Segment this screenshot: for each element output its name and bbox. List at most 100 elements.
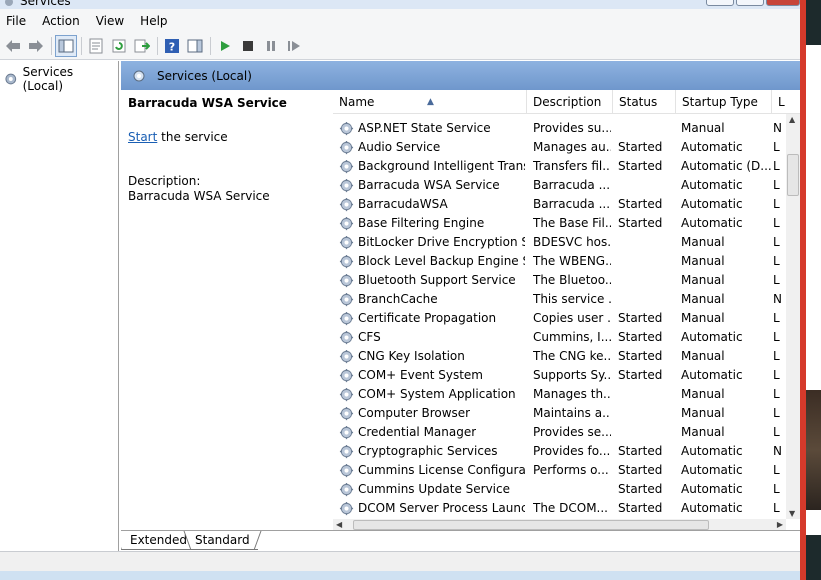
cell-status: Started <box>618 482 663 496</box>
scroll-left-icon[interactable]: ◀ <box>336 520 342 529</box>
table-row[interactable]: COM+ Event System Supports Sy... Started Au… <box>333 366 786 385</box>
table-row[interactable]: Base Filtering Engine The Base Fil... Star… <box>333 214 786 233</box>
cell-log-on-as: L <box>773 330 780 344</box>
forward-button[interactable] <box>25 35 47 57</box>
cell-status: Started <box>618 159 663 173</box>
cell-status <box>618 423 673 442</box>
scroll-down-icon[interactable]: ▼ <box>789 509 795 518</box>
cell-log-on-as: L <box>773 159 780 173</box>
services-list: Name ▲ Description Status Startup Type L… <box>333 90 800 531</box>
cell-log-on-as: N <box>773 444 782 458</box>
cell-log-on-as: L <box>773 140 780 154</box>
cell-description: Maintains a... <box>533 406 611 420</box>
start-service-button[interactable] <box>214 35 236 57</box>
table-row[interactable]: BranchCache This service ... Manual N <box>333 290 786 309</box>
stop-service-button[interactable] <box>237 35 259 57</box>
cell-status: Started <box>618 311 663 325</box>
cell-description: Barracuda ... <box>533 178 611 192</box>
column-header-name[interactable]: Name ▲ <box>333 90 527 114</box>
cell-description: Cummins, I... <box>533 330 611 344</box>
cell-status: Started <box>618 330 663 344</box>
vertical-scroll-thumb[interactable] <box>787 154 799 196</box>
forward-icon <box>29 40 43 52</box>
table-row[interactable]: Cummins Update Service Started Automatic L <box>333 480 786 499</box>
title-bar: Services <box>0 0 800 9</box>
restart-service-button[interactable] <box>283 35 305 57</box>
cell-description: Supports Sy... <box>533 368 611 382</box>
cell-status: Started <box>618 197 663 211</box>
table-row[interactable]: Cryptographic Services Provides fo... Star… <box>333 442 786 461</box>
table-row[interactable]: BitLocker Drive Encryption Ser... BDESVC … <box>333 233 786 252</box>
table-row[interactable]: DCOM Server Process Launcher The DCOM... S… <box>333 499 786 518</box>
table-row[interactable]: Block Level Backup Engine Ser... The WBEN… <box>333 252 786 271</box>
table-row[interactable]: Credential Manager Provides se... Manual L <box>333 423 786 442</box>
table-row[interactable]: Certificate Propagation Copies user ... St… <box>333 309 786 328</box>
pause-service-icon <box>267 41 275 51</box>
cell-startup-type: Manual <box>681 254 725 268</box>
table-row[interactable]: CNG Key Isolation The CNG ke... Started Man… <box>333 347 786 366</box>
start-service-link[interactable]: Start <box>128 130 157 144</box>
menu-bar: File Action View Help <box>0 9 800 33</box>
vertical-scrollbar[interactable]: ▲ ▼ <box>786 114 800 519</box>
minimize-button[interactable] <box>706 0 734 6</box>
cell-name: BarracudaWSA <box>339 195 525 214</box>
service-gear-icon <box>339 159 354 174</box>
cell-name: Credential Manager <box>339 423 525 442</box>
show-action-pane-button[interactable] <box>184 35 206 57</box>
service-gear-icon <box>339 349 354 364</box>
properties-button[interactable] <box>85 35 107 57</box>
maximize-button[interactable] <box>736 0 764 6</box>
table-row[interactable]: Audio Service Manages au... Started Automat… <box>333 138 786 157</box>
service-description: Description: Barracuda WSA Service <box>128 174 324 204</box>
export-list-button[interactable] <box>131 35 153 57</box>
cell-startup-type: Automatic (D... <box>681 159 771 173</box>
help-button[interactable]: ? <box>161 35 183 57</box>
show-hide-console-tree-button[interactable] <box>55 35 77 57</box>
table-row[interactable]: ASP.NET State Service Provides su... Manua… <box>333 119 786 138</box>
menu-view[interactable]: View <box>96 14 124 28</box>
close-button[interactable] <box>766 0 800 6</box>
table-row[interactable]: BarracudaWSA Barracuda ... Started Automati… <box>333 195 786 214</box>
column-header-log-on-as[interactable]: L <box>772 90 786 114</box>
cell-description: The Bluetoo... <box>533 273 611 287</box>
cell-description: Manages th... <box>533 387 611 401</box>
start-action-text: the service <box>157 130 228 144</box>
cell-name: BranchCache <box>339 290 525 309</box>
table-row[interactable]: Barracuda WSA Service Barracuda ... Automa… <box>333 176 786 195</box>
cell-startup-type: Manual <box>681 311 725 325</box>
cell-name: Cummins License Configurati... <box>339 461 525 480</box>
cell-log-on-as: L <box>773 254 780 268</box>
table-row[interactable]: Cummins License Configurati... Performs o… <box>333 461 786 480</box>
table-row[interactable]: Bluetooth Support Service The Bluetoo... M… <box>333 271 786 290</box>
table-row[interactable]: Computer Browser Maintains a... Manual L <box>333 404 786 423</box>
column-header-status[interactable]: Status <box>613 90 676 114</box>
menu-file[interactable]: File <box>6 14 26 28</box>
horizontal-scroll-thumb[interactable] <box>353 520 709 530</box>
cell-status: Started <box>618 216 663 230</box>
services-app-icon <box>5 0 13 6</box>
services-panel: Services (Local) Barracuda WSA Service S… <box>121 61 800 551</box>
scroll-right-icon[interactable]: ▶ <box>777 520 783 529</box>
menu-help[interactable]: Help <box>140 14 167 28</box>
cell-description: BDESVC hos... <box>533 235 611 249</box>
table-row[interactable]: COM+ System Application Manages th... Manu… <box>333 385 786 404</box>
refresh-button[interactable] <box>108 35 130 57</box>
cell-status: Started <box>618 349 663 363</box>
cell-status: Started <box>618 501 663 515</box>
scroll-up-icon[interactable]: ▲ <box>789 115 795 124</box>
cell-log-on-as: L <box>773 425 780 439</box>
column-header-description[interactable]: Description <box>527 90 613 114</box>
column-header-startup-type[interactable]: Startup Type <box>676 90 772 114</box>
menu-action[interactable]: Action <box>42 14 80 28</box>
cell-description: This service ... <box>533 292 611 306</box>
tree-item-services-local[interactable]: Services (Local) <box>0 61 118 97</box>
start-service-icon <box>221 41 230 51</box>
cell-startup-type: Automatic <box>681 330 743 344</box>
cell-log-on-as: L <box>773 273 780 287</box>
table-row[interactable]: Background Intelligent Transf... Transfer… <box>333 157 786 176</box>
tab-standard[interactable]: Standard <box>183 531 262 550</box>
table-row[interactable]: CFS Cummins, I... Started Automatic L <box>333 328 786 347</box>
pause-service-button[interactable] <box>260 35 282 57</box>
back-button[interactable] <box>2 35 24 57</box>
cell-startup-type: Automatic <box>681 463 743 477</box>
